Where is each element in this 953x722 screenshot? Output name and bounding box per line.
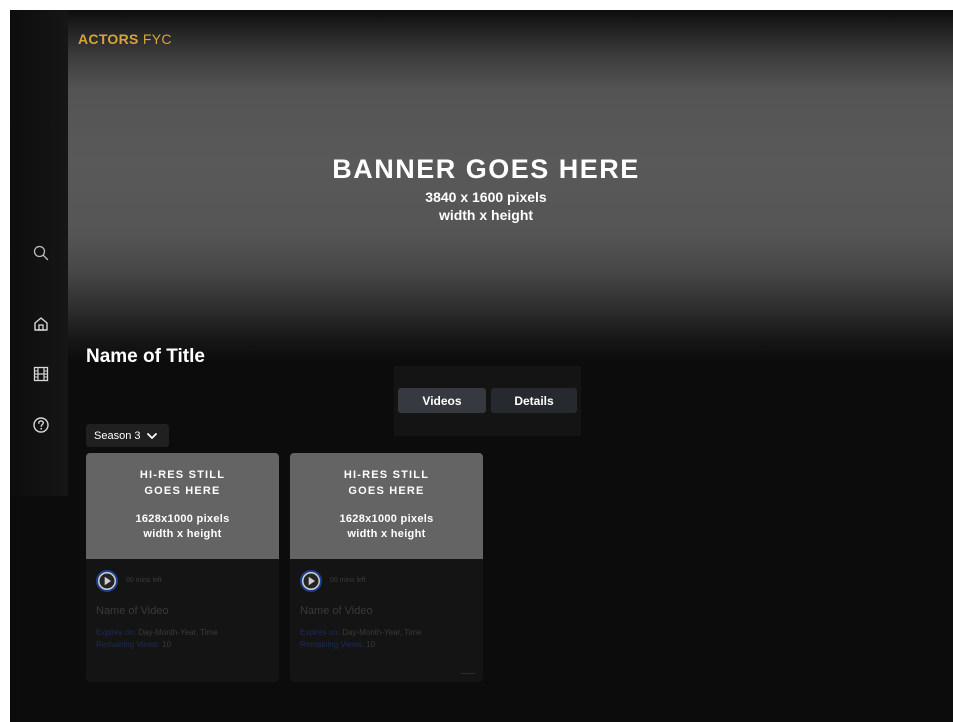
still-line: HI-RES STILL	[139, 469, 226, 481]
tab-bar: Videos Details	[394, 366, 581, 436]
still-size: 1628x1000 pixels	[135, 513, 230, 525]
banner-title: BANNER GOES HERE	[332, 154, 640, 184]
video-card[interactable]: HI-RES STILL GOES HERE 1628x1000 pixels …	[86, 453, 279, 682]
tab-videos[interactable]: Videos	[398, 388, 486, 413]
season-dropdown[interactable]: Season 3	[86, 424, 169, 447]
remaining-value: 10	[159, 640, 172, 649]
page-title: Name of Title	[86, 346, 205, 367]
video-card[interactable]: HI-RES STILL GOES HERE 1628x1000 pixels …	[290, 453, 483, 682]
remaining-label: Remaining Views:	[96, 640, 160, 649]
search-icon[interactable]	[32, 244, 50, 262]
sidebar	[10, 10, 68, 496]
still-line: GOES HERE	[348, 485, 425, 497]
chevron-down-icon	[147, 432, 158, 439]
mins-left: 00 mins left	[126, 577, 162, 584]
expires-label: Expires on:	[96, 628, 137, 637]
play-icon[interactable]	[300, 570, 322, 592]
still-dims: width x height	[143, 528, 222, 540]
still-line: HI-RES STILL	[343, 469, 430, 481]
help-icon[interactable]	[32, 416, 50, 434]
remaining-label: Remaining Views:	[300, 640, 364, 649]
still-placeholder: HI-RES STILL GOES HERE 1628x1000 pixels …	[290, 453, 483, 559]
video-name: Name of Video	[96, 605, 169, 617]
banner-placeholder: BANNER GOES HERE 3840 x 1600 pixels widt…	[186, 154, 786, 223]
corner-mark	[461, 673, 475, 674]
tab-details[interactable]: Details	[491, 388, 577, 413]
hero-banner: ACTORS FYC BANNER GOES HERE 3840 x 1600 …	[10, 10, 953, 362]
app-screen: ACTORS FYC BANNER GOES HERE 3840 x 1600 …	[10, 10, 953, 722]
still-placeholder: HI-RES STILL GOES HERE 1628x1000 pixels …	[86, 453, 279, 559]
expires-label: Expires on:	[300, 628, 341, 637]
remaining-row: Remaining Views: 10	[96, 640, 171, 649]
brand-logo[interactable]: ACTORS FYC	[78, 31, 172, 47]
logo-light-text: FYC	[138, 31, 172, 47]
play-icon[interactable]	[96, 570, 118, 592]
video-name: Name of Video	[300, 605, 373, 617]
expires-value: Day-Month-Year, Time	[340, 628, 422, 637]
home-icon[interactable]	[32, 315, 50, 333]
still-size: 1628x1000 pixels	[339, 513, 434, 525]
season-value: Season 3	[94, 429, 141, 442]
still-dims: width x height	[347, 528, 426, 540]
remaining-value: 10	[363, 640, 376, 649]
mins-left: 00 mins left	[330, 577, 366, 584]
still-line: GOES HERE	[144, 485, 221, 497]
banner-size: 3840 x 1600 pixels	[425, 189, 547, 205]
expires-row: Expires on: Day-Month-Year, Time	[96, 628, 218, 637]
film-icon[interactable]	[32, 365, 50, 383]
expires-row: Expires on: Day-Month-Year, Time	[300, 628, 422, 637]
remaining-row: Remaining Views: 10	[300, 640, 375, 649]
logo-bold-text: ACTORS	[78, 31, 139, 47]
banner-dims: width x height	[438, 207, 534, 223]
expires-value: Day-Month-Year, Time	[136, 628, 218, 637]
